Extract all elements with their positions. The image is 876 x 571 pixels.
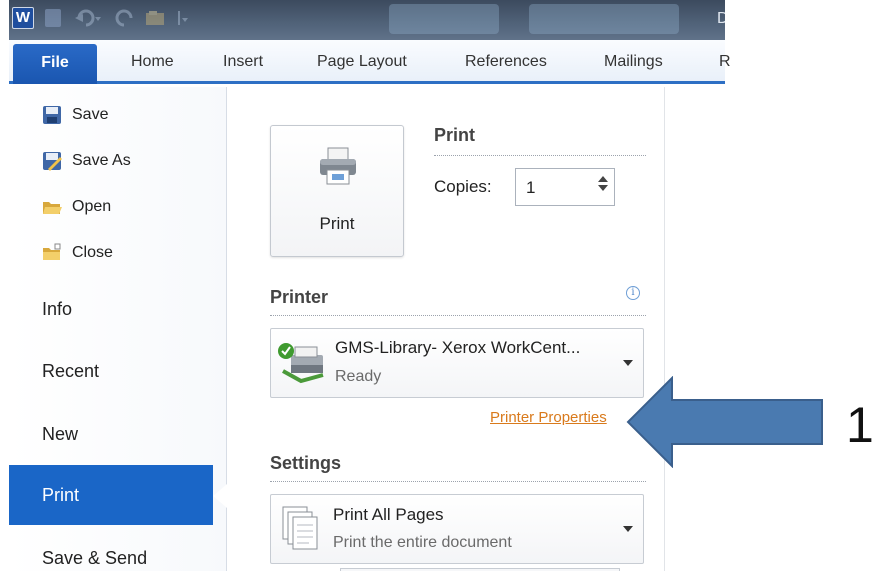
tab-page-layout[interactable]: Page Layout — [317, 53, 407, 71]
annotation-arrow-icon — [626, 376, 823, 468]
decrement-arrow-icon[interactable] — [598, 185, 608, 191]
tab-file[interactable]: File — [13, 44, 97, 84]
backstage-nav: Save Save As Open Close Info Recent New … — [9, 87, 227, 571]
undo-icon[interactable] — [75, 9, 103, 27]
printer-status: Ready — [335, 368, 382, 385]
nav-item-info[interactable]: Info — [9, 279, 227, 339]
tab-references[interactable]: References — [465, 53, 547, 71]
print-range-subtitle: Print the entire document — [333, 534, 512, 551]
increment-arrow-icon[interactable] — [598, 176, 608, 182]
save-label: Save — [72, 106, 109, 123]
save-as-command[interactable]: Save As — [42, 147, 131, 175]
open-label: Open — [72, 198, 112, 215]
print-pane: Print Print Copies: 1 Printer i GMS-Libr… — [228, 87, 665, 571]
print-button-label: Print — [319, 214, 355, 233]
save-as-label: Save As — [72, 152, 131, 169]
tab-insert[interactable]: Insert — [223, 53, 263, 71]
save-command[interactable]: Save — [42, 101, 108, 129]
window-title: D — [717, 10, 725, 27]
annotation-number: 1 — [846, 397, 874, 453]
copies-spin-buttons[interactable] — [596, 173, 610, 201]
nav-selection-pointer — [213, 484, 227, 508]
ribbon-tab-bar: File Home Insert Page Layout References … — [9, 40, 731, 84]
save-icon[interactable] — [45, 9, 61, 27]
printer-properties-link[interactable]: Printer Properties — [490, 409, 607, 426]
print-section-heading: Print — [434, 125, 476, 145]
nav-item-new[interactable]: New — [9, 404, 227, 464]
print-range-title: Print All Pages — [333, 505, 444, 524]
dropdown-arrow-icon[interactable] — [623, 526, 633, 532]
dropdown-arrow-icon[interactable] — [623, 360, 633, 366]
nav-item-print[interactable]: Print — [9, 465, 213, 525]
save-icon — [43, 106, 61, 124]
open-command[interactable]: Open — [42, 193, 111, 221]
pages-icon — [282, 506, 318, 550]
settings-divider — [270, 481, 646, 482]
copies-label: Copies: — [434, 177, 492, 196]
open-icon[interactable] — [145, 9, 167, 27]
copies-stepper[interactable]: 1 — [515, 168, 615, 206]
title-bar-blur — [529, 4, 679, 34]
redo-icon[interactable] — [113, 9, 135, 27]
settings-section-heading: Settings — [270, 453, 342, 473]
nav-item-save-send[interactable]: Save & Send — [9, 528, 227, 571]
customize-icon[interactable] — [177, 9, 189, 27]
nav-item-recent[interactable]: Recent — [9, 341, 227, 401]
print-range-dropdown[interactable]: Print All Pages Print the entire documen… — [270, 494, 644, 564]
network-printer-icon — [278, 343, 324, 384]
close-label: Close — [72, 244, 113, 261]
close-folder-icon — [43, 243, 61, 260]
info-icon[interactable]: i — [626, 286, 640, 300]
tab-mailings[interactable]: Mailings — [604, 53, 663, 71]
tab-home[interactable]: Home — [131, 53, 174, 71]
title-bar: W D — [9, 0, 725, 40]
tab-review[interactable]: R — [719, 53, 731, 71]
printer-dropdown[interactable]: GMS-Library- Xerox WorkCent... Ready — [270, 328, 644, 398]
printer-icon — [320, 147, 356, 185]
word-logo-icon[interactable]: W — [12, 7, 34, 29]
copies-value[interactable]: 1 — [526, 178, 535, 198]
title-bar-blur — [389, 4, 499, 34]
printer-section-heading: Printer — [270, 287, 329, 307]
print-button[interactable]: Print — [270, 125, 404, 257]
open-folder-icon — [43, 202, 62, 214]
printer-divider — [270, 315, 646, 316]
printer-name: GMS-Library- Xerox WorkCent... — [335, 338, 581, 357]
close-command[interactable]: Close — [42, 239, 113, 267]
print-divider — [434, 155, 646, 156]
save-as-icon — [43, 152, 62, 171]
